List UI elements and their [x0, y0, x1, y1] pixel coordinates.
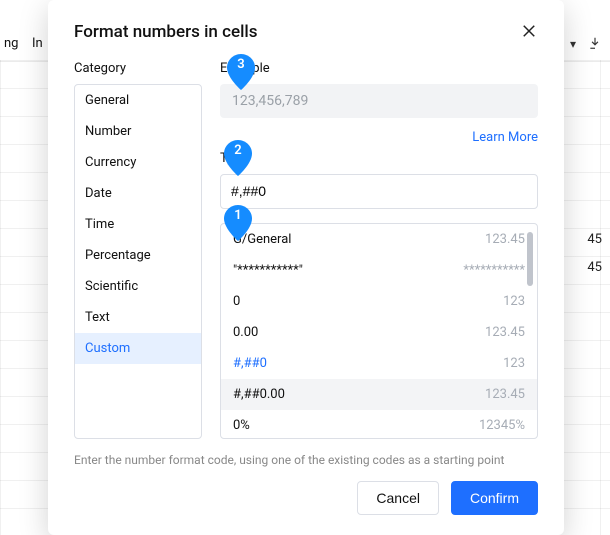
category-item-number[interactable]: Number	[75, 116, 201, 147]
format-item[interactable]: 0% 12345%	[221, 410, 537, 438]
category-item-general[interactable]: General	[75, 85, 201, 116]
category-label: Category	[74, 61, 202, 76]
dropdown-caret[interactable]: ▾	[570, 36, 576, 50]
example-output: 123,456,789	[220, 84, 538, 118]
format-preview: 123	[503, 356, 525, 371]
format-code: "***********"	[233, 263, 303, 278]
format-item[interactable]: #,##0.00 123.45	[221, 379, 537, 410]
format-code-list: G/General 123.45 "***********" ***********…	[220, 223, 538, 439]
learn-more-link[interactable]: Learn More	[472, 130, 538, 145]
format-item[interactable]: G/General 123.45	[221, 224, 537, 255]
dialog-footer: Cancel Confirm	[74, 481, 538, 515]
cell-value: 45	[587, 225, 610, 253]
format-code: #,##0.00	[233, 387, 285, 402]
format-item[interactable]: 0.00 123.45	[221, 317, 537, 348]
category-item-scientific[interactable]: Scientific	[75, 271, 201, 302]
type-input[interactable]	[231, 183, 527, 199]
toolbar-text-fragment: In	[32, 36, 43, 51]
format-preview: 123.45	[485, 387, 525, 402]
format-column: Example 123,456,789 Learn More Type G/Ge…	[220, 61, 538, 439]
close-icon	[520, 22, 538, 40]
format-item[interactable]: 0 123	[221, 286, 537, 317]
format-preview: ***********	[463, 263, 525, 278]
type-label: Type	[220, 151, 538, 166]
format-code: 0.00	[233, 325, 258, 340]
category-item-time[interactable]: Time	[75, 209, 201, 240]
format-list-scrollbar[interactable]	[527, 232, 533, 286]
confirm-button[interactable]: Confirm	[451, 481, 538, 515]
format-preview: 123.45	[485, 232, 525, 247]
dialog-hint: Enter the number format code, using one …	[74, 453, 538, 467]
category-item-custom[interactable]: Custom	[75, 333, 201, 364]
format-preview: 12345%	[479, 418, 525, 433]
dialog-title: Format numbers in cells	[74, 22, 258, 42]
format-item[interactable]: #,##0 123	[221, 348, 537, 379]
example-label: Example	[220, 61, 538, 76]
category-item-date[interactable]: Date	[75, 178, 201, 209]
category-item-currency[interactable]: Currency	[75, 147, 201, 178]
toolbar-right-fragment: ▾	[570, 36, 602, 50]
format-preview: 123	[503, 294, 525, 309]
format-code: G/General	[233, 232, 291, 247]
toolbar-text-fragment: ng	[4, 36, 18, 51]
category-list: General Number Currency Date Time Percen…	[74, 84, 202, 439]
category-column: Category General Number Currency Date Ti…	[74, 61, 202, 439]
type-input-wrapper[interactable]	[220, 174, 538, 209]
format-code: 0%	[233, 418, 250, 433]
format-code: #,##0	[233, 356, 267, 371]
format-item[interactable]: "***********" ***********	[221, 255, 537, 286]
category-item-percentage[interactable]: Percentage	[75, 240, 201, 271]
format-numbers-dialog: Format numbers in cells Category General…	[48, 0, 564, 535]
visible-cell-values: 45 45	[587, 225, 610, 281]
cell-value: 45	[587, 253, 610, 281]
close-button[interactable]	[520, 22, 538, 43]
cancel-button[interactable]: Cancel	[357, 481, 439, 515]
format-code: 0	[233, 294, 240, 309]
format-preview: 123.45	[485, 325, 525, 340]
category-item-text[interactable]: Text	[75, 302, 201, 333]
toolbar-icon[interactable]	[588, 36, 602, 50]
